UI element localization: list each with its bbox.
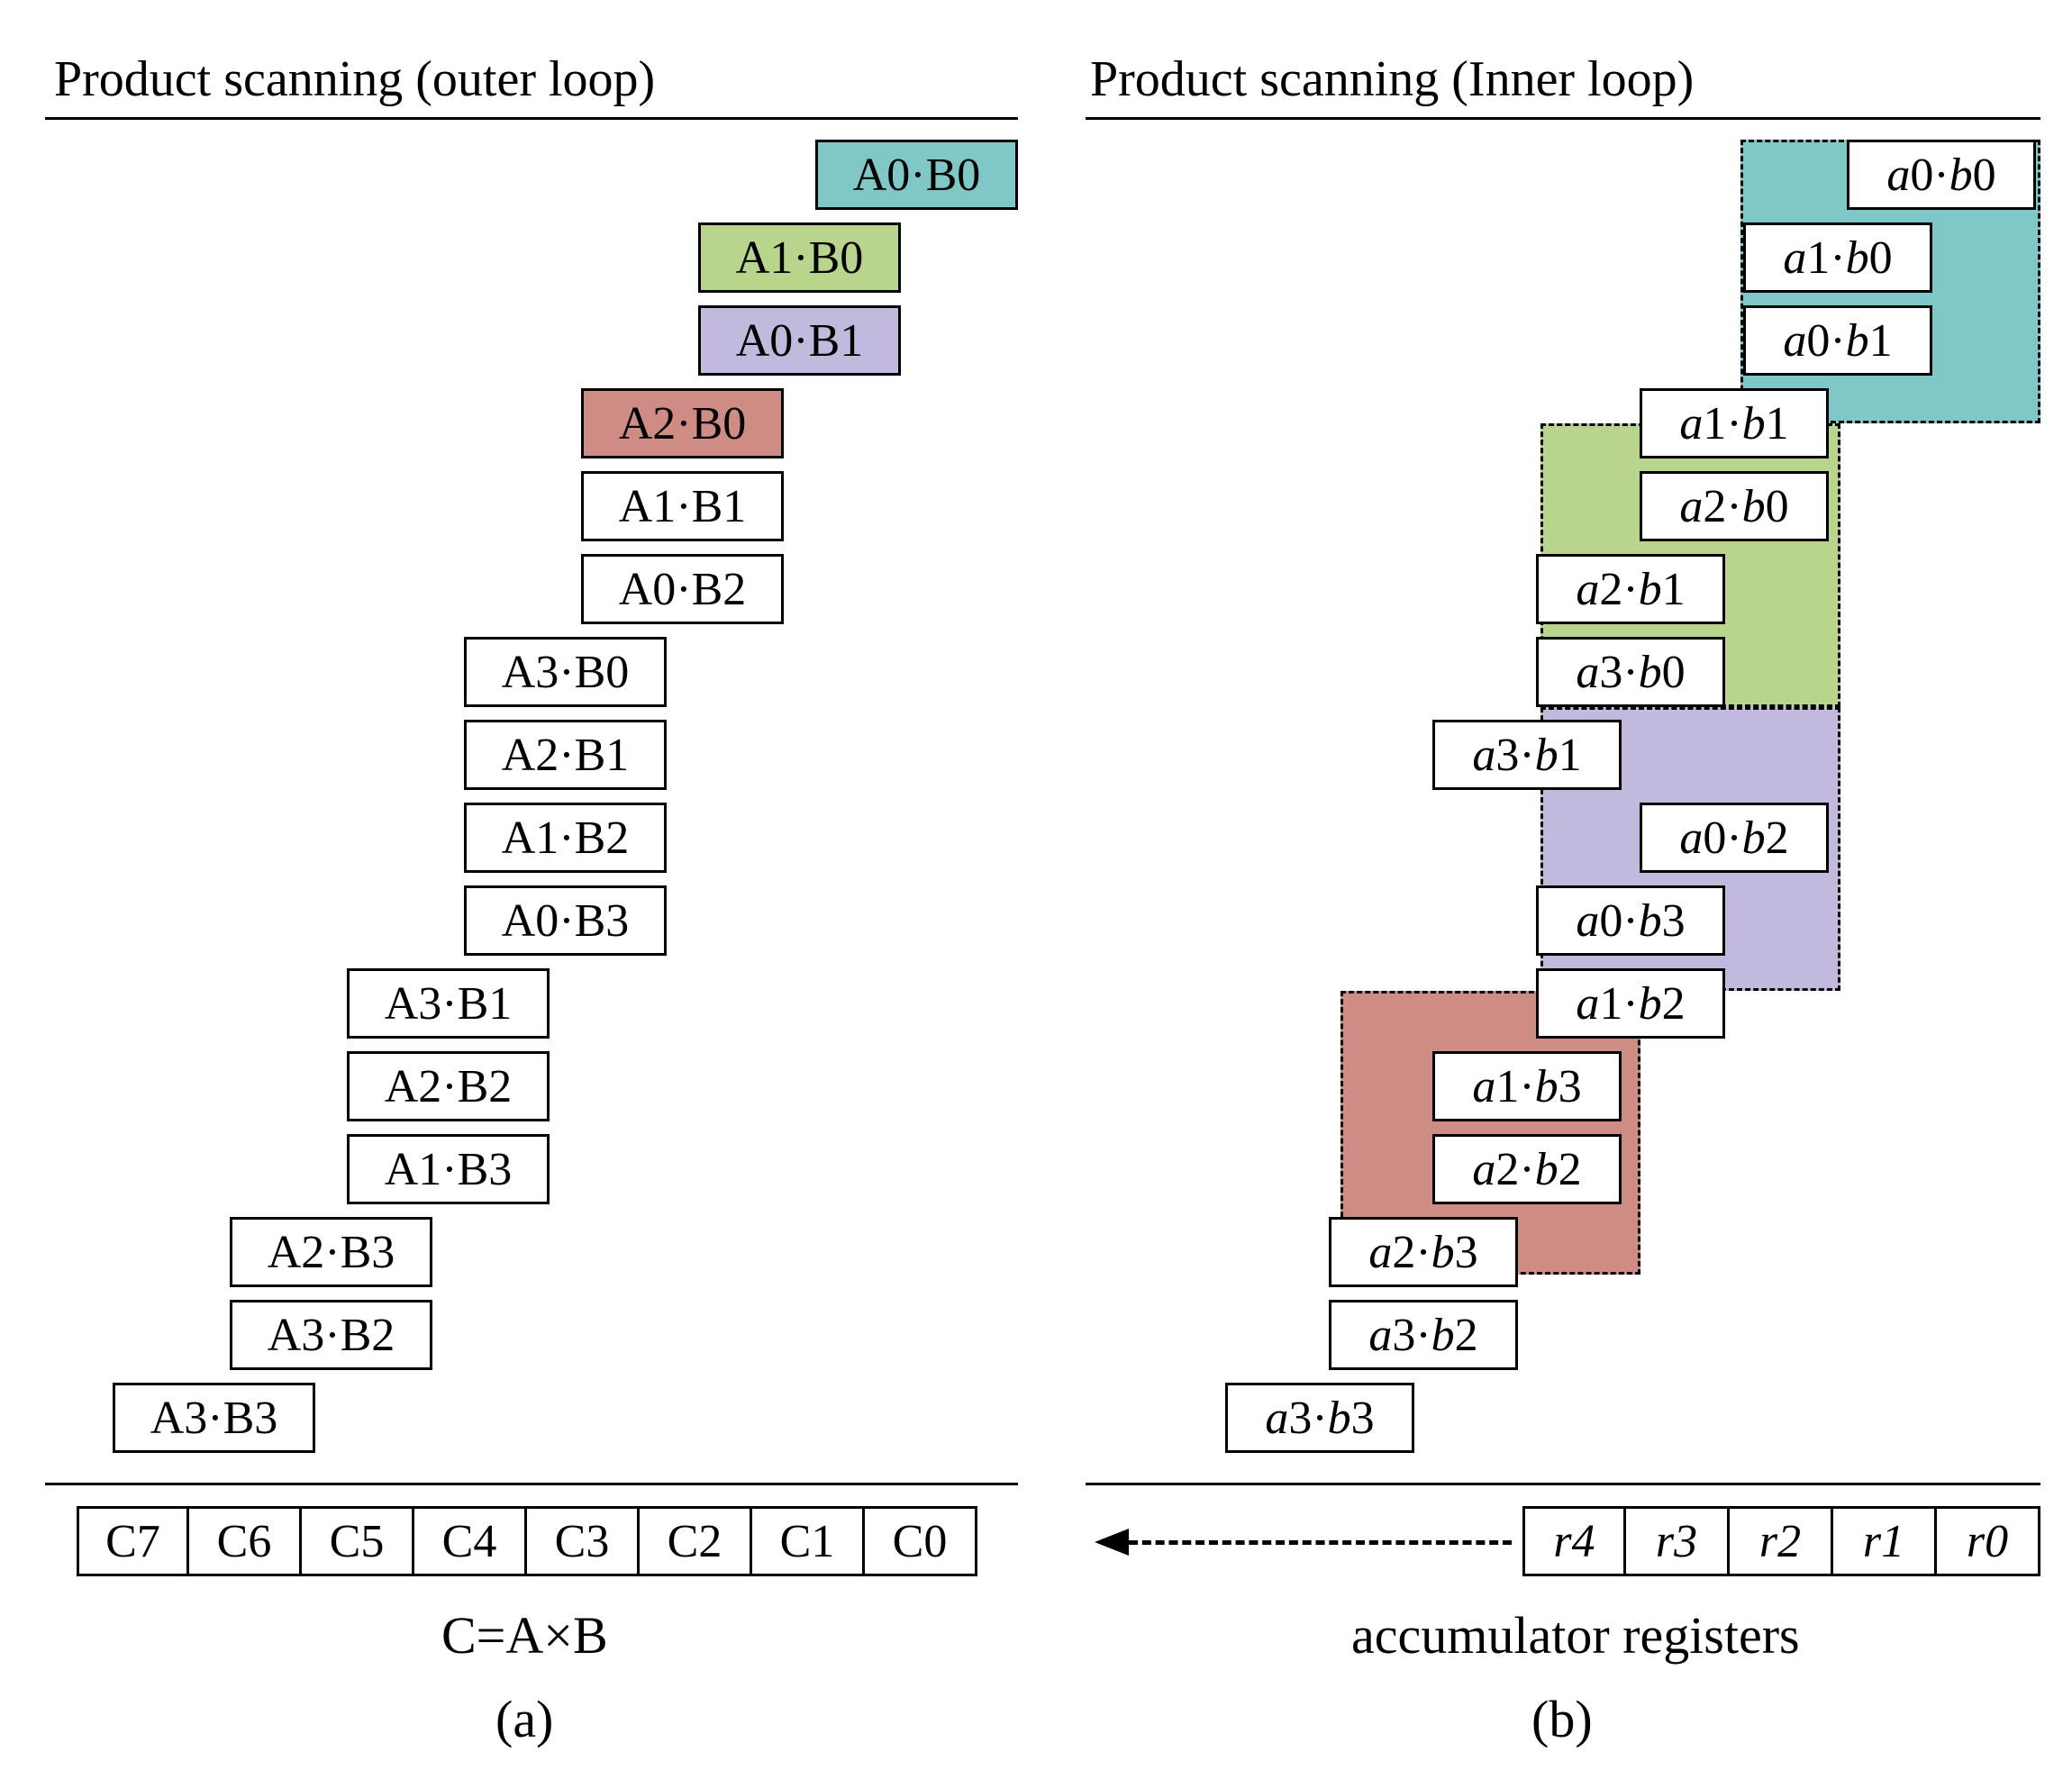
inner-cell-9: a0·b3 — [1536, 885, 1725, 956]
inner-cell-14: a3·b2 — [1329, 1300, 1518, 1370]
outer-cell-4: A1·B1 — [581, 471, 784, 541]
left-bottom-rule — [45, 1483, 1018, 1485]
result-r0: r0 — [1937, 1506, 2040, 1576]
result-c4: C4 — [414, 1506, 527, 1576]
inner-cell-11: a1·b3 — [1432, 1051, 1622, 1121]
inner-cell-12: a2·b2 — [1432, 1134, 1622, 1204]
right-caption: accumulator registers — [1351, 1605, 1800, 1666]
right-sub: (b) — [1531, 1689, 1593, 1749]
outer-cell-10: A3·B1 — [347, 968, 550, 1039]
outer-cell-0: A0·B0 — [815, 140, 1018, 210]
inner-cell-7: a3·b1 — [1432, 720, 1622, 790]
result-c3: C3 — [527, 1506, 640, 1576]
inner-cell-2: a0·b1 — [1743, 305, 1932, 376]
outer-cell-9: A0·B3 — [464, 885, 667, 956]
result-c0: C0 — [865, 1506, 977, 1576]
inner-cell-5: a2·b1 — [1536, 554, 1725, 624]
inner-cell-6: a3·b0 — [1536, 637, 1725, 707]
outer-loop-title: Product scanning (outer loop) — [54, 50, 655, 108]
left-sub: (a) — [495, 1689, 553, 1749]
result-c1: C1 — [752, 1506, 865, 1576]
inner-cell-15: a3·b3 — [1225, 1383, 1414, 1453]
outer-cell-7: A2·B1 — [464, 720, 667, 790]
right-bottom-rule — [1086, 1483, 2040, 1485]
result-c2: C2 — [640, 1506, 752, 1576]
right-result-row: r4 r3 r2 r1 r0 — [1522, 1506, 2040, 1576]
outer-cell-8: A1·B2 — [464, 803, 667, 873]
outer-cell-1: A1·B0 — [698, 222, 901, 293]
inner-cell-3: a1·b1 — [1640, 388, 1829, 458]
outer-cell-14: A3·B2 — [230, 1300, 432, 1370]
result-c6: C6 — [189, 1506, 302, 1576]
left-caption: C=A×B — [441, 1605, 608, 1666]
result-r1: r1 — [1833, 1506, 1937, 1576]
outer-cell-11: A2·B2 — [347, 1051, 550, 1121]
result-r2: r2 — [1730, 1506, 1833, 1576]
left-result-row: C7 C6 C5 C4 C3 C2 C1 C0 — [77, 1506, 977, 1576]
result-c5: C5 — [302, 1506, 414, 1576]
outer-cell-3: A2·B0 — [581, 388, 784, 458]
inner-cell-4: a2·b0 — [1640, 471, 1829, 541]
outer-cell-5: A0·B2 — [581, 554, 784, 624]
inner-cell-0: a0·b0 — [1847, 140, 2036, 210]
left-top-rule — [45, 117, 1018, 120]
result-r4: r4 — [1522, 1506, 1626, 1576]
outer-cell-2: A0·B1 — [698, 305, 901, 376]
inner-cell-8: a0·b2 — [1640, 803, 1829, 873]
outer-cell-12: A1·B3 — [347, 1134, 550, 1204]
result-c7: C7 — [77, 1506, 189, 1576]
inner-cell-13: a2·b3 — [1329, 1217, 1518, 1287]
arrow-dashed-line — [1129, 1540, 1512, 1545]
inner-loop-title: Product scanning (Inner loop) — [1090, 50, 1694, 108]
arrow-head-icon — [1095, 1529, 1129, 1556]
outer-cell-13: A2·B3 — [230, 1217, 432, 1287]
inner-cell-1: a1·b0 — [1743, 222, 1932, 293]
result-r3: r3 — [1626, 1506, 1730, 1576]
outer-cell-6: A3·B0 — [464, 637, 667, 707]
outer-cell-15: A3·B3 — [113, 1383, 315, 1453]
right-top-rule — [1086, 117, 2040, 120]
inner-cell-10: a1·b2 — [1536, 968, 1725, 1039]
